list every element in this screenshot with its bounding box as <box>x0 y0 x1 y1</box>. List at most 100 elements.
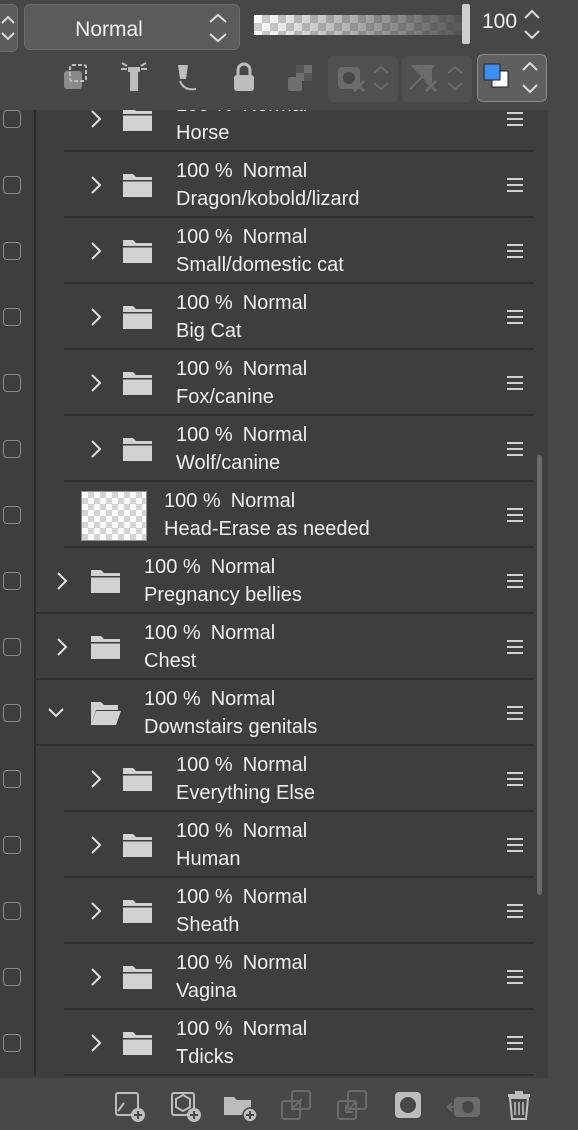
tree-indent-line <box>34 350 36 416</box>
chevron-right-icon[interactable] <box>88 967 104 987</box>
left-spinner[interactable] <box>0 4 18 52</box>
opacity-value: 100 <box>482 10 518 33</box>
new-raster-layer-icon[interactable] <box>112 1089 148 1123</box>
drag-handle-icon[interactable] <box>507 244 523 258</box>
layer-row[interactable]: 100 % Normal Everything Else <box>0 746 548 812</box>
layer-visibility-checkbox[interactable] <box>3 836 21 854</box>
new-vector-layer-icon[interactable] <box>168 1089 204 1123</box>
chevron-right-icon[interactable] <box>88 241 104 261</box>
transfer-down-icon[interactable] <box>280 1089 314 1123</box>
layer-visibility-checkbox[interactable] <box>3 704 21 722</box>
layer-properties: 100 % Normal <box>176 160 307 183</box>
new-folder-icon[interactable] <box>222 1089 260 1123</box>
chevron-right-icon[interactable] <box>88 901 104 921</box>
layer-row[interactable]: 100 % Normal Head-Erase as needed <box>0 482 548 548</box>
drag-handle-icon[interactable] <box>507 178 523 192</box>
drag-handle-icon[interactable] <box>507 574 523 588</box>
chevron-right-icon[interactable] <box>88 373 104 393</box>
chevron-right-icon[interactable] <box>54 571 70 591</box>
layer-blend-mode: Normal <box>242 424 308 446</box>
drag-handle-icon[interactable] <box>507 310 523 324</box>
layer-properties: 100 % Normal <box>144 622 275 645</box>
lock-icon[interactable] <box>228 61 260 95</box>
layer-color-button[interactable] <box>477 54 547 102</box>
opacity-spinner-icon[interactable] <box>522 6 542 44</box>
drag-handle-icon[interactable] <box>507 1036 523 1050</box>
layer-opacity: 100 % <box>144 688 201 710</box>
layer-row[interactable]: 100 % Normal Sheath <box>0 878 548 944</box>
layer-row[interactable]: 100 % Normal Big Cat <box>0 284 548 350</box>
layer-properties: 100 % Normal <box>176 226 307 249</box>
layer-row[interactable]: 100 % Normal Pregnancy bellies <box>0 548 548 614</box>
layer-name: Vagina <box>176 980 237 1002</box>
layer-visibility-checkbox[interactable] <box>3 770 21 788</box>
chevron-right-icon[interactable] <box>88 439 104 459</box>
list-scroll-track <box>548 110 578 1078</box>
layer-visibility-checkbox[interactable] <box>3 572 21 590</box>
create-mask-icon[interactable] <box>392 1089 426 1123</box>
layer-visibility-checkbox[interactable] <box>3 638 21 656</box>
layer-visibility-checkbox[interactable] <box>3 440 21 458</box>
drag-handle-icon[interactable] <box>507 442 523 456</box>
drag-handle-icon[interactable] <box>507 376 523 390</box>
layer-visibility-checkbox[interactable] <box>3 902 21 920</box>
chevron-right-icon[interactable] <box>88 110 104 129</box>
drag-handle-icon[interactable] <box>507 838 523 852</box>
drag-handle-icon[interactable] <box>507 706 523 720</box>
layer-visibility-checkbox[interactable] <box>3 110 21 128</box>
drag-handle-icon[interactable] <box>507 772 523 786</box>
layer-visibility-checkbox[interactable] <box>3 1034 21 1052</box>
layer-row[interactable]: 100 % Normal Chest <box>0 614 548 680</box>
layer-visibility-checkbox[interactable] <box>3 506 21 524</box>
drag-handle-icon[interactable] <box>507 640 523 654</box>
chevron-right-icon[interactable] <box>88 835 104 855</box>
reference-layer-icon[interactable] <box>118 61 150 95</box>
tree-indent-line <box>34 218 36 284</box>
apply-mask-icon[interactable] <box>446 1089 484 1123</box>
layer-row[interactable]: 100 % Normal Small/domestic cat <box>0 218 548 284</box>
layer-row[interactable]: 100 % Normal Horse <box>0 110 548 152</box>
chevron-right-icon[interactable] <box>88 307 104 327</box>
clip-layer-icon[interactable] <box>60 61 92 95</box>
drag-handle-icon[interactable] <box>507 508 523 522</box>
layer-visibility-checkbox[interactable] <box>3 968 21 986</box>
tree-indent-line <box>34 614 36 680</box>
chevron-right-icon[interactable] <box>88 1033 104 1053</box>
delete-layer-icon[interactable] <box>504 1089 536 1123</box>
combine-down-icon[interactable] <box>336 1089 370 1123</box>
opacity-slider-handle[interactable] <box>462 4 470 44</box>
layer-name: Wolf/canine <box>176 452 281 474</box>
layer-properties: 100 % Normal <box>176 1018 307 1041</box>
drag-handle-icon[interactable] <box>507 970 523 984</box>
draft-layer-icon[interactable] <box>172 61 204 95</box>
layer-row[interactable]: 100 % Normal Vagina <box>0 944 548 1010</box>
layer-blend-mode: Normal <box>242 1018 308 1040</box>
drag-handle-icon[interactable] <box>507 904 523 918</box>
layer-row[interactable]: 100 % Normal Human <box>0 812 548 878</box>
mask-show-icon[interactable] <box>408 61 470 95</box>
layer-opacity: 100 % <box>176 160 233 182</box>
chevron-right-icon[interactable] <box>54 637 70 657</box>
chevron-right-icon[interactable] <box>88 769 104 789</box>
layer-visibility-checkbox[interactable] <box>3 308 21 326</box>
chevron-right-icon[interactable] <box>88 175 104 195</box>
layer-row[interactable]: 100 % Normal Dragon/kobold/lizard <box>0 152 548 218</box>
layer-list[interactable]: 100 % Normal Horse 100 % Normal Dragon/kobold… <box>0 110 548 1078</box>
mask-enable-icon[interactable] <box>336 61 396 95</box>
layer-properties: 100 % Normal <box>176 820 307 843</box>
layer-visibility-checkbox[interactable] <box>3 176 21 194</box>
blend-mode-select[interactable]: Normal <box>24 4 240 50</box>
layer-row[interactable]: 100 % Normal Wolf/canine <box>0 416 548 482</box>
lock-transparency-icon[interactable] <box>284 61 316 95</box>
list-scrollbar[interactable] <box>537 455 542 895</box>
layer-row[interactable]: 100 % Normal Fox/canine <box>0 350 548 416</box>
layer-name: Chest <box>144 650 197 672</box>
chevron-down-icon[interactable] <box>48 703 64 723</box>
layer-visibility-checkbox[interactable] <box>3 242 21 260</box>
drag-handle-icon[interactable] <box>507 112 523 126</box>
layer-row[interactable]: 100 % Normal Tdicks <box>0 1010 548 1076</box>
folder-icon <box>123 1032 152 1055</box>
opacity-slider[interactable] <box>254 7 469 43</box>
layer-row[interactable]: 100 % Normal Downstairs genitals <box>0 680 548 746</box>
layer-visibility-checkbox[interactable] <box>3 374 21 392</box>
